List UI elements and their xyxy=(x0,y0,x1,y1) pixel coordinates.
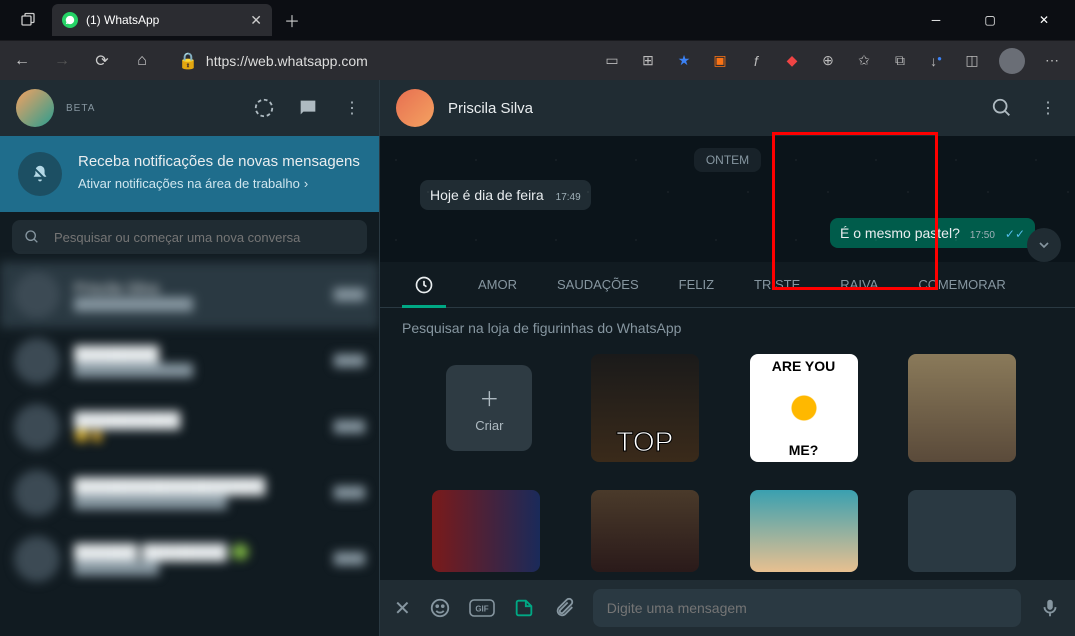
extension-red-icon[interactable]: ◆ xyxy=(783,52,801,70)
chat-list-item[interactable]: ██████████😊👋████ xyxy=(0,394,379,460)
expand-chat-icon[interactable] xyxy=(1027,228,1061,262)
sticker-tab[interactable]: TRISTE xyxy=(754,277,800,292)
contact-avatar[interactable] xyxy=(396,89,434,127)
message-input[interactable] xyxy=(607,600,1007,616)
search-chat-icon[interactable] xyxy=(991,97,1013,119)
beta-badge: BETA xyxy=(66,103,95,114)
tab-title: (1) WhatsApp xyxy=(86,13,242,27)
tabs-button[interactable] xyxy=(8,12,48,28)
home-button[interactable]: ⌂ xyxy=(128,52,156,70)
whatsapp-favicon xyxy=(62,12,78,28)
sticker-item[interactable]: TOP xyxy=(591,354,699,462)
gif-icon[interactable]: GIF xyxy=(469,599,495,617)
sticker-search[interactable]: Pesquisar na loja de figurinhas do Whats… xyxy=(380,308,1075,342)
window-titlebar: (1) WhatsApp ✕ ＋ ─ ▢ ✕ xyxy=(0,0,1075,40)
profile-avatar[interactable] xyxy=(999,48,1025,74)
sticker-placeholder[interactable] xyxy=(908,490,1016,572)
menu-icon[interactable]: ⋮ xyxy=(341,97,363,119)
menu-dots-icon[interactable]: ⋯ xyxy=(1043,52,1061,70)
collections-icon[interactable]: ⧉ xyxy=(891,52,909,70)
chat-list-item[interactable]: ██████████████████████████ xyxy=(0,328,379,394)
sidebar-header: BETA ⋮ xyxy=(0,80,379,136)
sticker-icon[interactable] xyxy=(513,597,535,619)
sticker-panel: AMOR SAUDAÇÕES FELIZ TRISTE RAIVA COMEMO… xyxy=(380,262,1075,580)
message-area: ONTEM Hoje é dia de feira 17:49 É o mesm… xyxy=(380,136,1075,262)
sticker-item[interactable] xyxy=(432,490,540,572)
notification-banner[interactable]: Receba notificações de novas mensagens A… xyxy=(0,136,379,212)
favorite-star-icon[interactable]: ★ xyxy=(675,52,693,70)
sticker-item[interactable] xyxy=(591,490,699,572)
message-input-wrapper[interactable] xyxy=(593,589,1021,627)
grid-icon[interactable]: ⊞ xyxy=(639,52,657,70)
sticker-tab[interactable]: COMEMORAR xyxy=(918,277,1005,292)
reader-icon[interactable]: ▭ xyxy=(603,52,621,70)
lock-icon[interactable]: 🔒 xyxy=(178,51,198,71)
sticker-item[interactable]: ARE YOU ME? xyxy=(750,354,858,462)
recent-stickers-icon[interactable] xyxy=(410,275,438,295)
sticker-tab[interactable]: FELIZ xyxy=(679,277,714,292)
bell-off-icon xyxy=(18,152,62,196)
compose-bar: ✕ GIF xyxy=(380,580,1075,636)
close-panel-icon[interactable]: ✕ xyxy=(394,596,411,621)
attach-icon[interactable] xyxy=(553,597,575,619)
sticker-tab[interactable]: AMOR xyxy=(478,277,517,292)
search-input[interactable] xyxy=(54,230,355,245)
close-window-button[interactable]: ✕ xyxy=(1029,13,1059,27)
search-box[interactable] xyxy=(12,220,367,254)
favorites-icon[interactable]: ✩ xyxy=(855,52,873,70)
new-chat-icon[interactable] xyxy=(297,97,319,119)
chat-list-item[interactable]: ██████ ████████ 🟢██████████████ xyxy=(0,526,379,592)
sticker-category-tabs: AMOR SAUDAÇÕES FELIZ TRISTE RAIVA COMEMO… xyxy=(380,262,1075,308)
emoji-icon[interactable] xyxy=(429,597,451,619)
addon-icon[interactable]: ◫ xyxy=(963,52,981,70)
plus-icon: ＋ xyxy=(479,383,499,412)
forward-button[interactable]: → xyxy=(48,52,76,70)
chevron-right-icon: › xyxy=(304,176,308,191)
reload-button[interactable]: ⟳ xyxy=(88,51,116,71)
sticker-item[interactable] xyxy=(750,490,858,572)
notification-action[interactable]: Ativar notificações na área de trabalho … xyxy=(78,176,308,191)
url-text[interactable]: https://web.whatsapp.com xyxy=(206,53,368,69)
status-icon[interactable] xyxy=(253,97,275,119)
user-avatar[interactable] xyxy=(16,89,54,127)
rss-extension-icon[interactable]: ▣ xyxy=(711,52,729,70)
close-tab-icon[interactable]: ✕ xyxy=(250,12,262,29)
chat-sidebar: BETA ⋮ Receba notificações de novas mens… xyxy=(0,80,380,636)
url-bar: ← → ⟳ ⌂ 🔒 https://web.whatsapp.com ▭ ⊞ ★… xyxy=(0,40,1075,80)
sticker-tab[interactable]: RAIVA xyxy=(840,277,878,292)
browser-tab[interactable]: (1) WhatsApp ✕ xyxy=(52,4,272,36)
chat-list[interactable]: Priscila Silva██████████████ ████ ██████… xyxy=(0,262,379,636)
chat-header: Priscila Silva ⋮ xyxy=(380,80,1075,136)
sticker-item[interactable] xyxy=(908,354,1016,462)
chat-menu-icon[interactable]: ⋮ xyxy=(1037,97,1059,119)
sticker-tab[interactable]: SAUDAÇÕES xyxy=(557,277,639,292)
create-sticker-tile[interactable]: ＋ Criar xyxy=(446,365,532,451)
chat-list-item[interactable]: Priscila Silva██████████████ ████ xyxy=(0,262,379,328)
svg-text:GIF: GIF xyxy=(475,605,488,614)
extension-f-icon[interactable]: f xyxy=(747,52,765,70)
downloads-icon[interactable]: ↓● xyxy=(927,52,945,70)
notification-title: Receba notificações de novas mensagens xyxy=(78,152,360,172)
new-tab-button[interactable]: ＋ xyxy=(284,8,300,32)
search-icon xyxy=(24,229,40,245)
contact-name[interactable]: Priscila Silva xyxy=(448,100,533,117)
extensions-icon[interactable]: ⊕ xyxy=(819,52,837,70)
minimize-button[interactable]: ─ xyxy=(921,13,951,27)
maximize-button[interactable]: ▢ xyxy=(975,13,1005,27)
mic-icon[interactable] xyxy=(1039,597,1061,619)
chat-list-item[interactable]: ████████████████████████████████████████ xyxy=(0,460,379,526)
back-button[interactable]: ← xyxy=(8,52,36,70)
